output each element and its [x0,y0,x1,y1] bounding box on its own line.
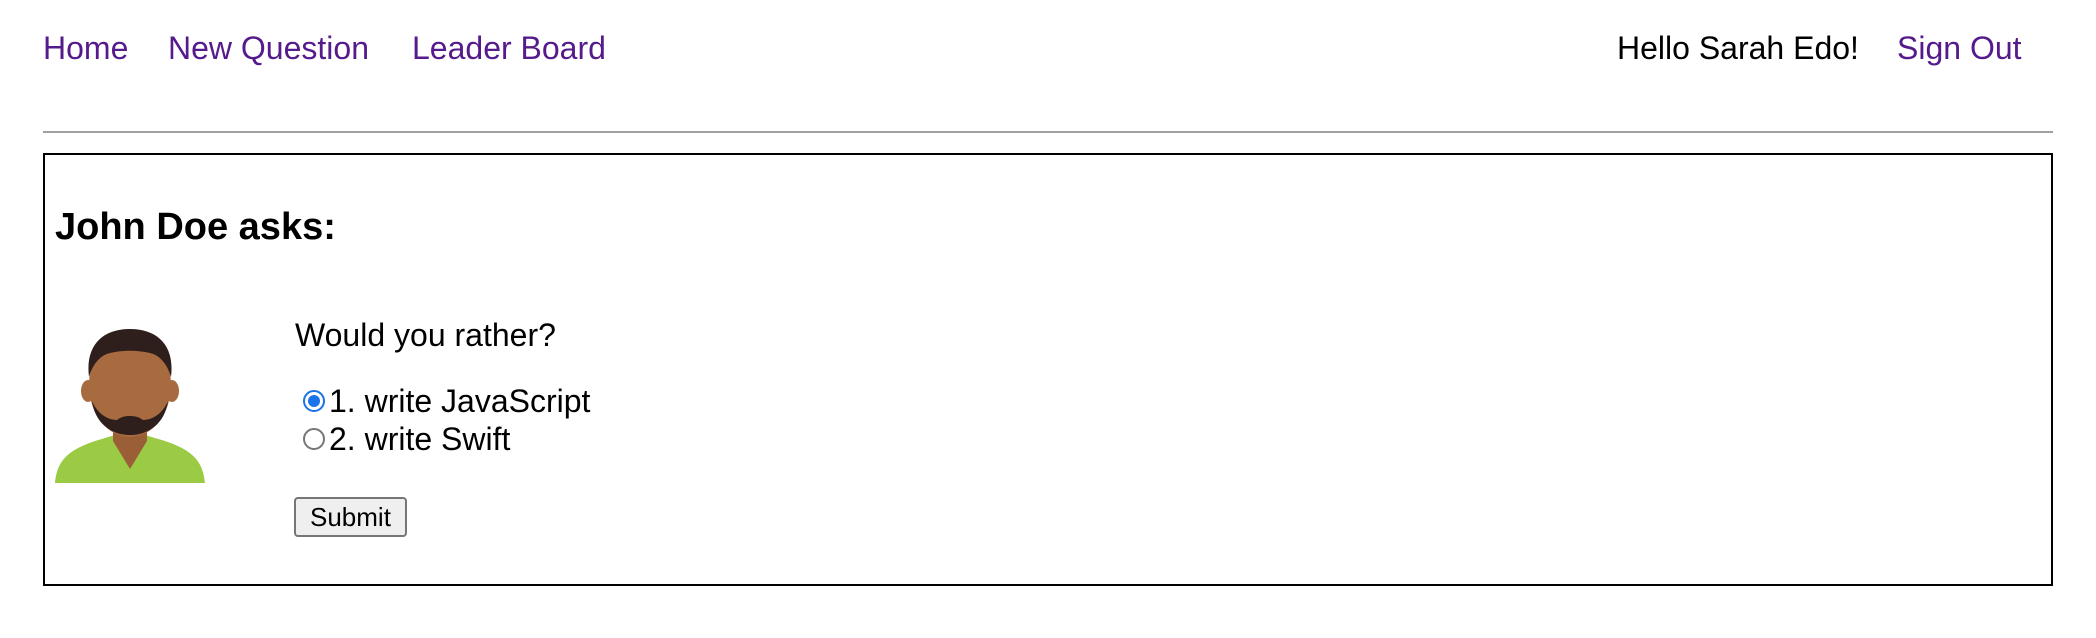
option-2-radio[interactable] [303,428,325,450]
option-row-1[interactable]: 1. write JavaScript [303,383,590,419]
top-nav: Home New Question Leader Board Hello Sar… [0,0,2096,100]
male-avatar-icon [55,329,205,483]
nav-divider [43,131,2053,133]
nav-leader-board-link[interactable]: Leader Board [412,30,606,66]
user-greeting: Hello Sarah Edo! [1617,30,1859,66]
submit-button[interactable]: Submit [294,497,407,537]
option-row-2[interactable]: 2. write Swift [303,421,510,457]
option-1-label[interactable]: 1. write JavaScript [329,383,590,419]
question-prompt: Would you rather? [295,317,556,353]
question-card: John Doe asks: Would you rather? 1. writ… [43,153,2053,586]
nav-home-link[interactable]: Home [43,30,128,66]
option-1-radio[interactable] [303,390,325,412]
nav-new-question-link[interactable]: New Question [168,30,369,66]
asker-heading: John Doe asks: [55,206,336,248]
option-2-label[interactable]: 2. write Swift [329,421,510,457]
sign-out-link[interactable]: Sign Out [1897,30,2022,66]
